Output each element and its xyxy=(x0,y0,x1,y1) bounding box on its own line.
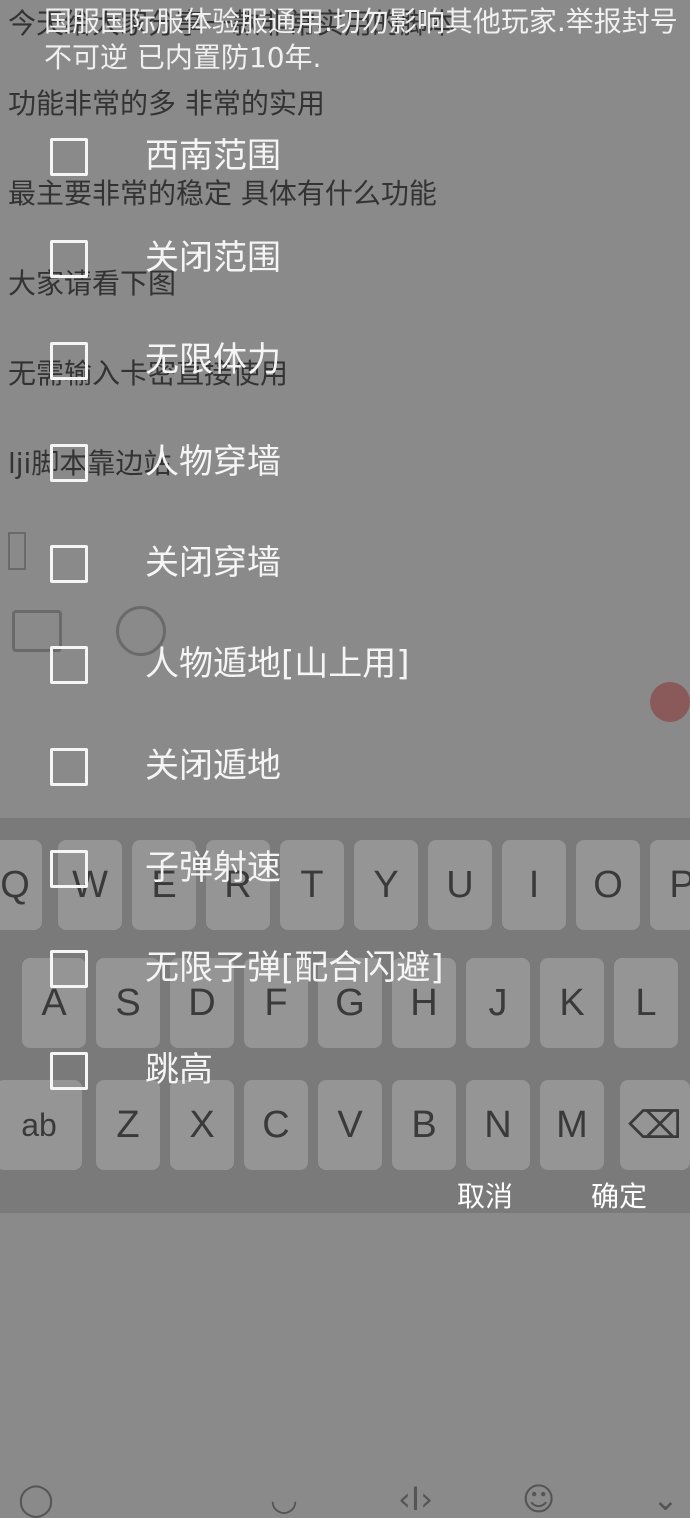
option-item[interactable]: 关闭穿墙 xyxy=(0,543,690,635)
option-item[interactable]: 无限子弹[配合闪避] xyxy=(0,948,690,1040)
voice-input-icon[interactable]: ◯ xyxy=(18,1480,54,1518)
checkbox[interactable] xyxy=(50,850,88,888)
checkbox[interactable] xyxy=(50,1052,88,1090)
option-label: 关闭遁地 xyxy=(145,746,281,786)
option-item[interactable]: 人物穿墙 xyxy=(0,442,690,534)
smiley-icon[interactable]: ☺ xyxy=(522,1480,555,1518)
checkbox[interactable] xyxy=(50,138,88,176)
option-label: 无限体力 xyxy=(145,340,281,380)
option-label: 人物穿墙 xyxy=(145,442,281,482)
checkbox[interactable] xyxy=(50,342,88,380)
option-item[interactable]: 关闭遁地 xyxy=(0,746,690,838)
post-line: 功能非常的多 非常的实用 xyxy=(8,87,325,120)
confirm-button[interactable]: 确定 xyxy=(591,1175,647,1215)
option-label: 跳高 xyxy=(145,1050,213,1090)
option-item[interactable]: 无限体力 xyxy=(0,340,690,432)
option-label: 子弹射速 xyxy=(145,848,281,888)
dialog-header: 国服国际服体验服通用.切勿影响其他玩家.举报封号不可逆 已内置防10年. xyxy=(44,5,678,74)
option-item[interactable]: 子弹射速 xyxy=(0,848,690,940)
emoji-icon[interactable]: ◡ xyxy=(270,1480,298,1518)
option-label: 关闭范围 xyxy=(145,238,281,278)
option-item[interactable]: 关闭范围 xyxy=(0,238,690,330)
checkbox[interactable] xyxy=(50,545,88,583)
checkbox[interactable] xyxy=(50,950,88,988)
option-item[interactable]: 人物遁地[山上用] xyxy=(0,644,690,736)
option-label: 西南范围 xyxy=(145,136,281,176)
option-item[interactable]: 西南范围 xyxy=(0,136,690,228)
option-label: 关闭穿墙 xyxy=(145,543,281,583)
cursor-icon[interactable]: ‹I› xyxy=(398,1480,433,1518)
checkbox[interactable] xyxy=(50,646,88,684)
cancel-button[interactable]: 取消 xyxy=(457,1175,513,1215)
option-item[interactable]: 跳高 xyxy=(0,1050,690,1142)
option-label: 人物遁地[山上用] xyxy=(145,644,410,684)
chevron-down-icon[interactable]: ⌄ xyxy=(652,1480,679,1518)
checkbox[interactable] xyxy=(50,240,88,278)
option-label: 无限子弹[配合闪避] xyxy=(145,948,444,988)
checkbox[interactable] xyxy=(50,444,88,482)
checkbox[interactable] xyxy=(50,748,88,786)
